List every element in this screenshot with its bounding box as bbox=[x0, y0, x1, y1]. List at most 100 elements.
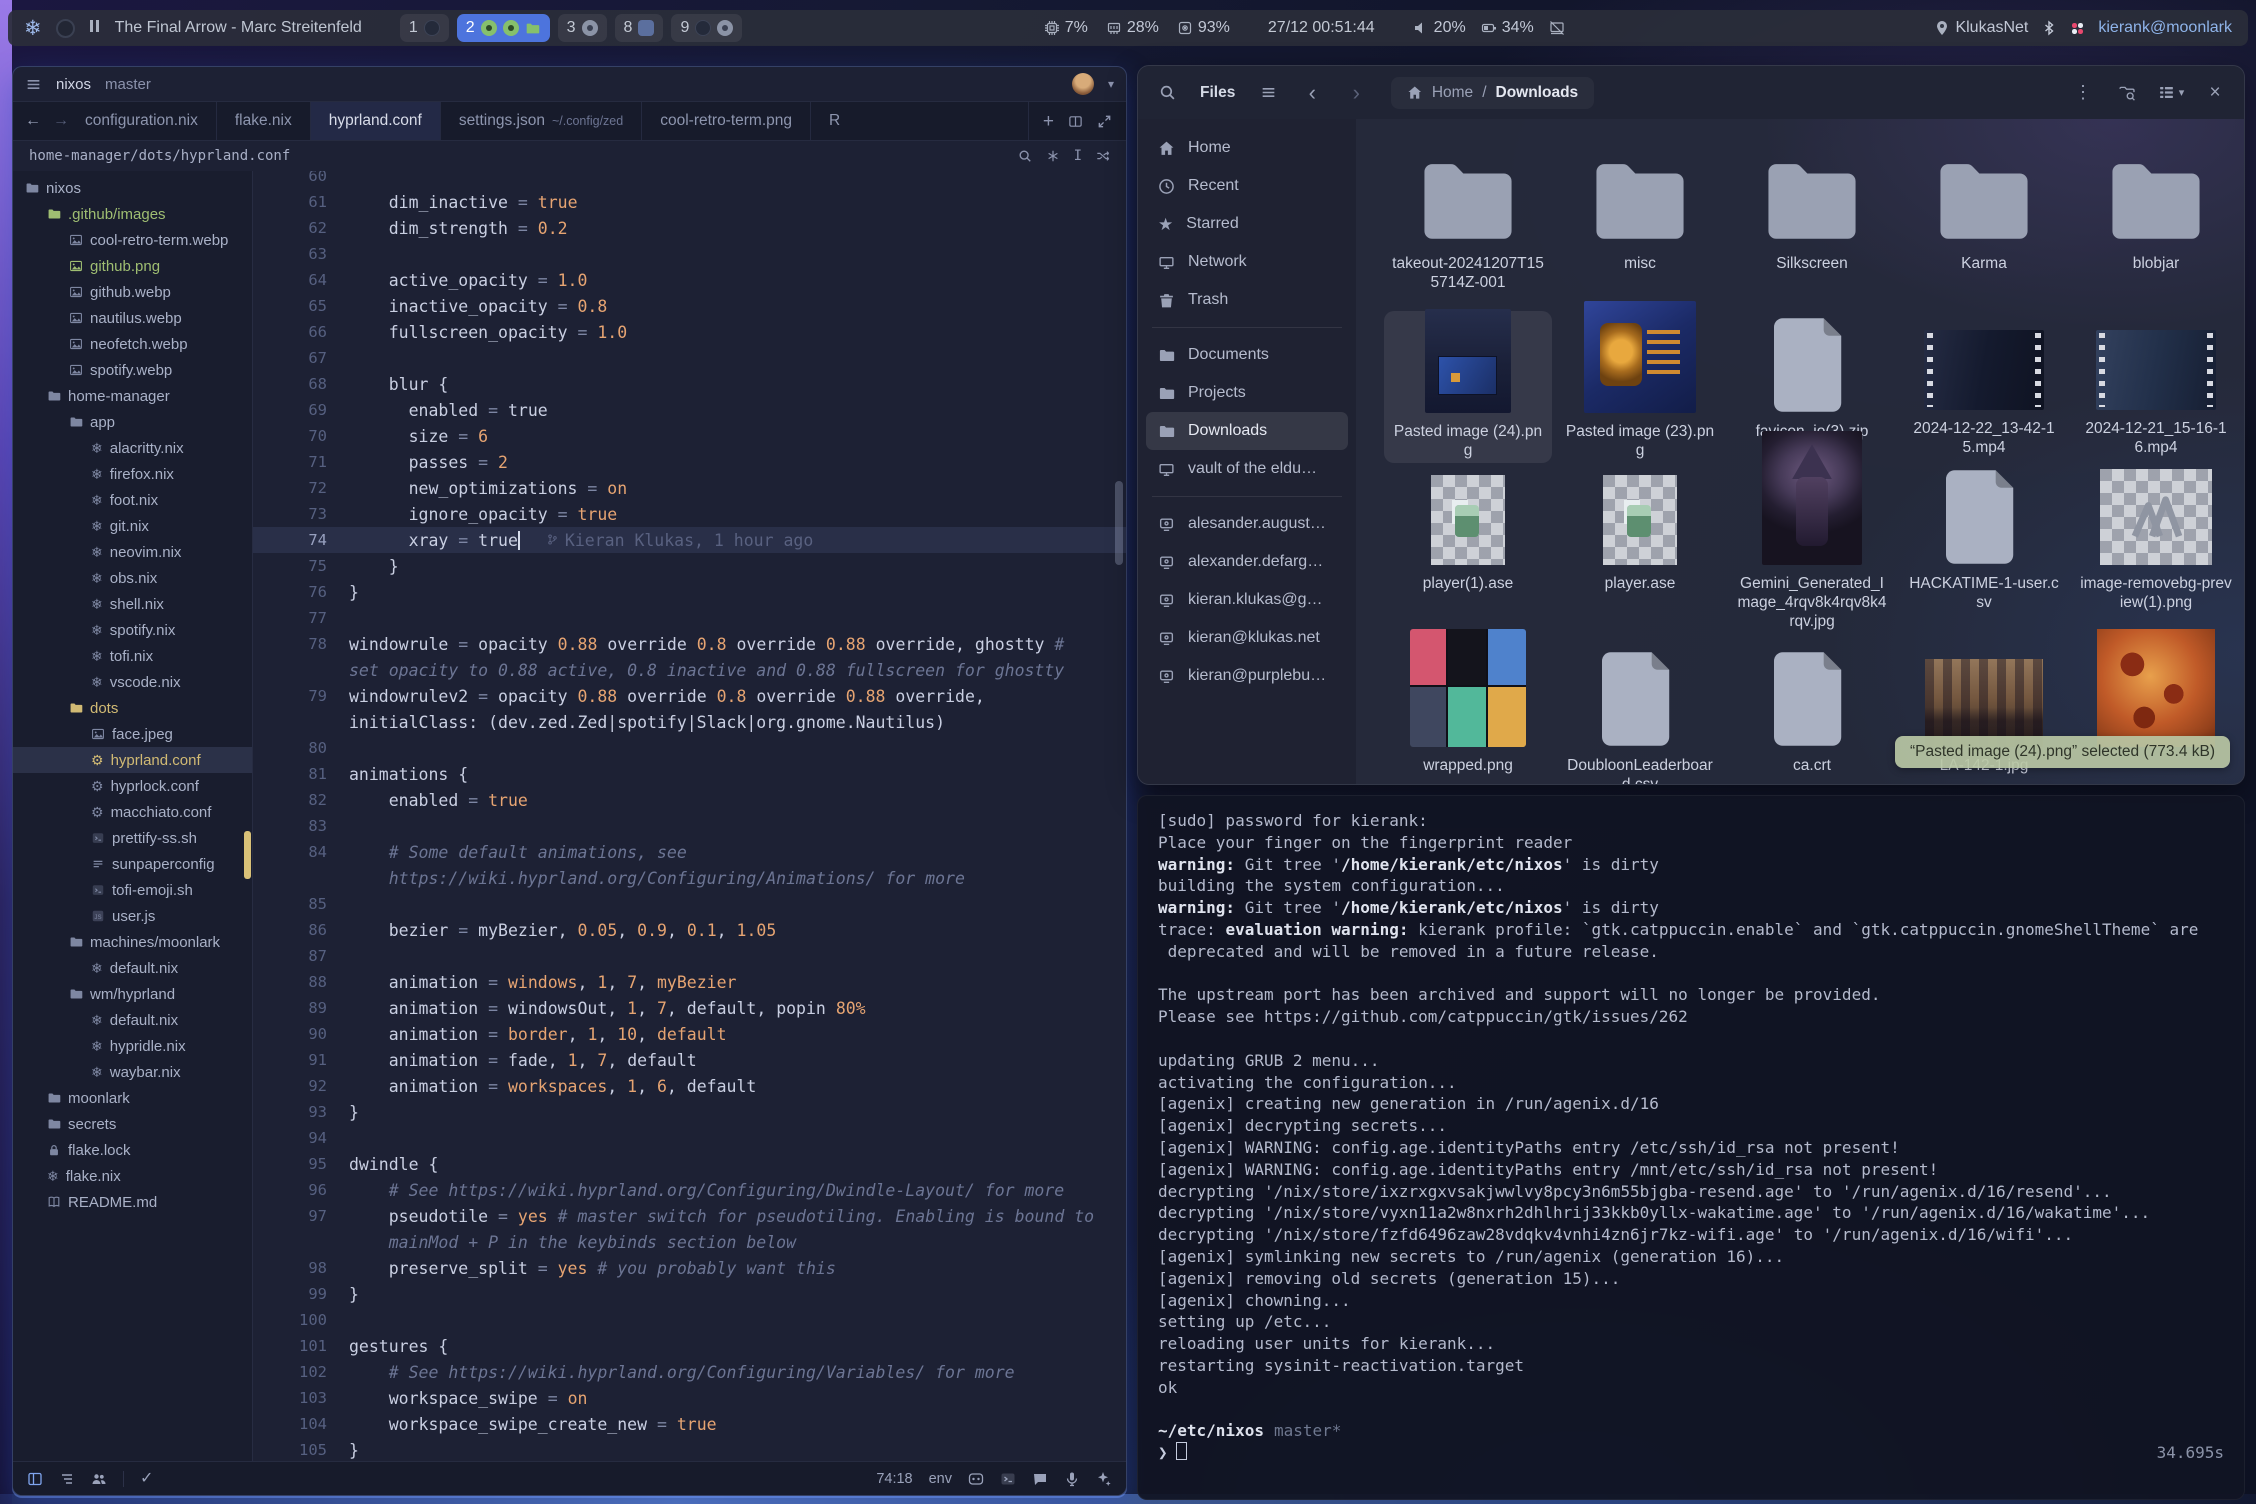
tree-item-cool-retro-term.webp[interactable]: cool-retro-term.webp bbox=[13, 227, 252, 253]
network-status[interactable]: KlukasNet bbox=[1934, 19, 2028, 37]
tab-hyprland.conf[interactable]: hyprland.conf bbox=[311, 102, 441, 140]
tree-item-flake.lock[interactable]: flake.lock bbox=[13, 1137, 252, 1163]
code-line-78[interactable]: 78windowrule = opacity 0.88 override 0.8… bbox=[253, 631, 1126, 657]
tree-item-spotify.webp[interactable]: spotify.webp bbox=[13, 357, 252, 383]
chat-icon[interactable] bbox=[1032, 1471, 1048, 1487]
tree-item-shell.nix[interactable]: ❄shell.nix bbox=[13, 591, 252, 617]
code-line-84[interactable]: 84 # Some default animations, see bbox=[253, 839, 1126, 865]
launcher-icon[interactable] bbox=[56, 19, 75, 38]
file-item-image-removebg-preview(1).png[interactable]: image-removebg-preview(1).png bbox=[2072, 463, 2240, 645]
bluetooth-icon[interactable] bbox=[2041, 20, 2057, 36]
file-item-DoubloonLeaderboard.csv[interactable]: DoubloonLeaderboard.csv bbox=[1556, 645, 1724, 784]
file-item-ca.crt[interactable]: ca.crt bbox=[1766, 645, 1858, 784]
file-item-Silkscreen[interactable]: Silkscreen bbox=[1753, 143, 1871, 311]
code-line-96[interactable]: 96 # See https://wiki.hyprland.org/Confi… bbox=[253, 1177, 1126, 1203]
nixos-logo-icon[interactable]: ❄ bbox=[24, 18, 42, 39]
code-line-85[interactable]: 85 bbox=[253, 891, 1126, 917]
pause-icon[interactable] bbox=[89, 19, 101, 37]
sidebar-item-starred[interactable]: ★Starred bbox=[1146, 205, 1348, 243]
code-line-wrap[interactable]: initialClass: (dev.zed.Zed|spotify|Slack… bbox=[253, 709, 1126, 735]
battery-stat[interactable]: 34% bbox=[1481, 19, 1534, 37]
expand-icon[interactable] bbox=[1097, 114, 1112, 129]
sidebar-item-trash[interactable]: Trash bbox=[1146, 281, 1348, 319]
tree-item-machines/moonlark[interactable]: machines/moonlark bbox=[13, 929, 252, 955]
avatar[interactable] bbox=[1072, 73, 1094, 95]
copilot-icon[interactable] bbox=[968, 1471, 984, 1487]
search-icon[interactable] bbox=[1018, 149, 1032, 163]
tree-item-macchiato.conf[interactable]: ⚙macchiato.conf bbox=[13, 799, 252, 825]
file-item-Gemini_Generated_Image_4rqv8k4rqv8k4rqv.jpg[interactable]: Gemini_Generated_Image_4rqv8k4rqv8k4rqv.… bbox=[1728, 463, 1896, 645]
tree-item-tofi-emoji.sh[interactable]: tofi-emoji.sh bbox=[13, 877, 252, 903]
sidebar-item-alexander-defarg-[interactable]: alexander.defarg… bbox=[1146, 543, 1348, 581]
sidebar-item-vault-of-the-eldu-[interactable]: vault of the eldu… bbox=[1146, 450, 1348, 488]
inline-assist-icon[interactable]: I bbox=[1074, 149, 1082, 163]
code-line-71[interactable]: 71 passes = 2 bbox=[253, 449, 1126, 475]
workspace-9[interactable]: 9 bbox=[671, 14, 742, 42]
tree-item-alacritty.nix[interactable]: ❄alacritty.nix bbox=[13, 435, 252, 461]
path-breadcrumb[interactable]: Home / Downloads bbox=[1391, 77, 1594, 109]
view-toggle-icon[interactable]: ▾ bbox=[2154, 76, 2188, 110]
project-panel-icon[interactable] bbox=[27, 1471, 43, 1487]
tree-item-default.nix[interactable]: ❄default.nix bbox=[13, 1007, 252, 1033]
code-line-95[interactable]: 95dwindle { bbox=[253, 1151, 1126, 1177]
env-label[interactable]: env bbox=[929, 1471, 952, 1487]
code-line-61[interactable]: 61 dim_inactive = true bbox=[253, 189, 1126, 215]
tree-item-spotify.nix[interactable]: ❄spotify.nix bbox=[13, 617, 252, 643]
tree-item-.github/images[interactable]: .github/images bbox=[13, 201, 252, 227]
tree-item-git.nix[interactable]: ❄git.nix bbox=[13, 513, 252, 539]
tree-item-hyprlock.conf[interactable]: ⚙hyprlock.conf bbox=[13, 773, 252, 799]
code-line-86[interactable]: 86 bezier = myBezier, 0.05, 0.9, 0.1, 1.… bbox=[253, 917, 1126, 943]
disk-stat[interactable]: 93% bbox=[1177, 19, 1230, 37]
tree-item-github.webp[interactable]: github.webp bbox=[13, 279, 252, 305]
tab-cool-retro-term.png[interactable]: cool-retro-term.png bbox=[642, 102, 811, 140]
sidebar-item-kieran-klukas-g-[interactable]: kieran.klukas@g… bbox=[1146, 581, 1348, 619]
clock[interactable]: 27/12 00:51:44 bbox=[1268, 19, 1375, 37]
tree-item-obs.nix[interactable]: ❄obs.nix bbox=[13, 565, 252, 591]
code-line-94[interactable]: 94 bbox=[253, 1125, 1126, 1151]
tree-item-github.png[interactable]: github.png bbox=[13, 253, 252, 279]
workspace-1[interactable]: 1 bbox=[400, 14, 449, 42]
tree-item-README.md[interactable]: README.md bbox=[13, 1189, 252, 1215]
code-line-77[interactable]: 77 bbox=[253, 605, 1126, 631]
sidebar-item-kieran-purplebu-[interactable]: kieran@purplebu… bbox=[1146, 657, 1348, 695]
file-item-blobjar[interactable]: blobjar bbox=[2097, 143, 2215, 311]
tree-item-moonlark[interactable]: moonlark bbox=[13, 1085, 252, 1111]
code-line-74[interactable]: 74 xray = trueKieran Klukas, 1 hour ago bbox=[253, 527, 1126, 553]
code-line-93[interactable]: 93} bbox=[253, 1099, 1126, 1125]
sidebar-item-recent[interactable]: Recent bbox=[1146, 167, 1348, 205]
new-tab-icon[interactable]: + bbox=[1043, 112, 1054, 131]
file-item-wrapped.png[interactable]: wrapped.png bbox=[1402, 645, 1534, 784]
tree-item-sunpaperconfig[interactable]: sunpaperconfig bbox=[13, 851, 252, 877]
sidebar-item-network[interactable]: Network bbox=[1146, 243, 1348, 281]
code-line-83[interactable]: 83 bbox=[253, 813, 1126, 839]
back-icon[interactable]: ‹ bbox=[1295, 76, 1329, 110]
tree-item-secrets[interactable]: secrets bbox=[13, 1111, 252, 1137]
code-editor[interactable]: 6061 dim_inactive = true62 dim_strength … bbox=[253, 171, 1126, 1461]
tree-item-nautilus.webp[interactable]: nautilus.webp bbox=[13, 305, 252, 331]
tab-configuration.nix[interactable]: configuration.nix bbox=[67, 102, 217, 140]
code-line-102[interactable]: 102 # See https://wiki.hyprland.org/Conf… bbox=[253, 1359, 1126, 1385]
memory-stat[interactable]: 28% bbox=[1106, 19, 1159, 37]
sidebar-item-documents[interactable]: Documents bbox=[1146, 336, 1348, 374]
code-line-wrap[interactable]: mainMod + P in the keybinds section belo… bbox=[253, 1229, 1126, 1255]
sidebar-item-kieran-klukas-net[interactable]: kieran@klukas.net bbox=[1146, 619, 1348, 657]
code-line-98[interactable]: 98 preserve_split = yes # you probably w… bbox=[253, 1255, 1126, 1281]
code-line-64[interactable]: 64 active_opacity = 1.0 bbox=[253, 267, 1126, 293]
breadcrumb-path[interactable]: home-manager/dots/hyprland.conf bbox=[29, 148, 290, 164]
tree-item-vscode.nix[interactable]: ❄vscode.nix bbox=[13, 669, 252, 695]
media-title[interactable]: The Final Arrow - Marc Streitenfeld bbox=[115, 19, 362, 37]
tree-item-user.js[interactable]: JSuser.js bbox=[13, 903, 252, 929]
code-line-105[interactable]: 105} bbox=[253, 1437, 1126, 1461]
code-line-89[interactable]: 89 animation = windowsOut, 1, 7, default… bbox=[253, 995, 1126, 1021]
tree-item-wm/hyprland[interactable]: wm/hyprland bbox=[13, 981, 252, 1007]
collab-icon[interactable] bbox=[91, 1471, 107, 1487]
panel-scroll-marker[interactable] bbox=[244, 831, 251, 879]
code-line-90[interactable]: 90 animation = border, 1, 10, default bbox=[253, 1021, 1126, 1047]
code-line-103[interactable]: 103 workspace_swipe = on bbox=[253, 1385, 1126, 1411]
tab-R[interactable]: R bbox=[811, 102, 842, 140]
tree-item-hypridle.nix[interactable]: ❄hypridle.nix bbox=[13, 1033, 252, 1059]
tree-item-app[interactable]: app bbox=[13, 409, 252, 435]
code-line-65[interactable]: 65 inactive_opacity = 0.8 bbox=[253, 293, 1126, 319]
code-line-104[interactable]: 104 workspace_swipe_create_new = true bbox=[253, 1411, 1126, 1437]
outline-icon[interactable] bbox=[59, 1471, 75, 1487]
